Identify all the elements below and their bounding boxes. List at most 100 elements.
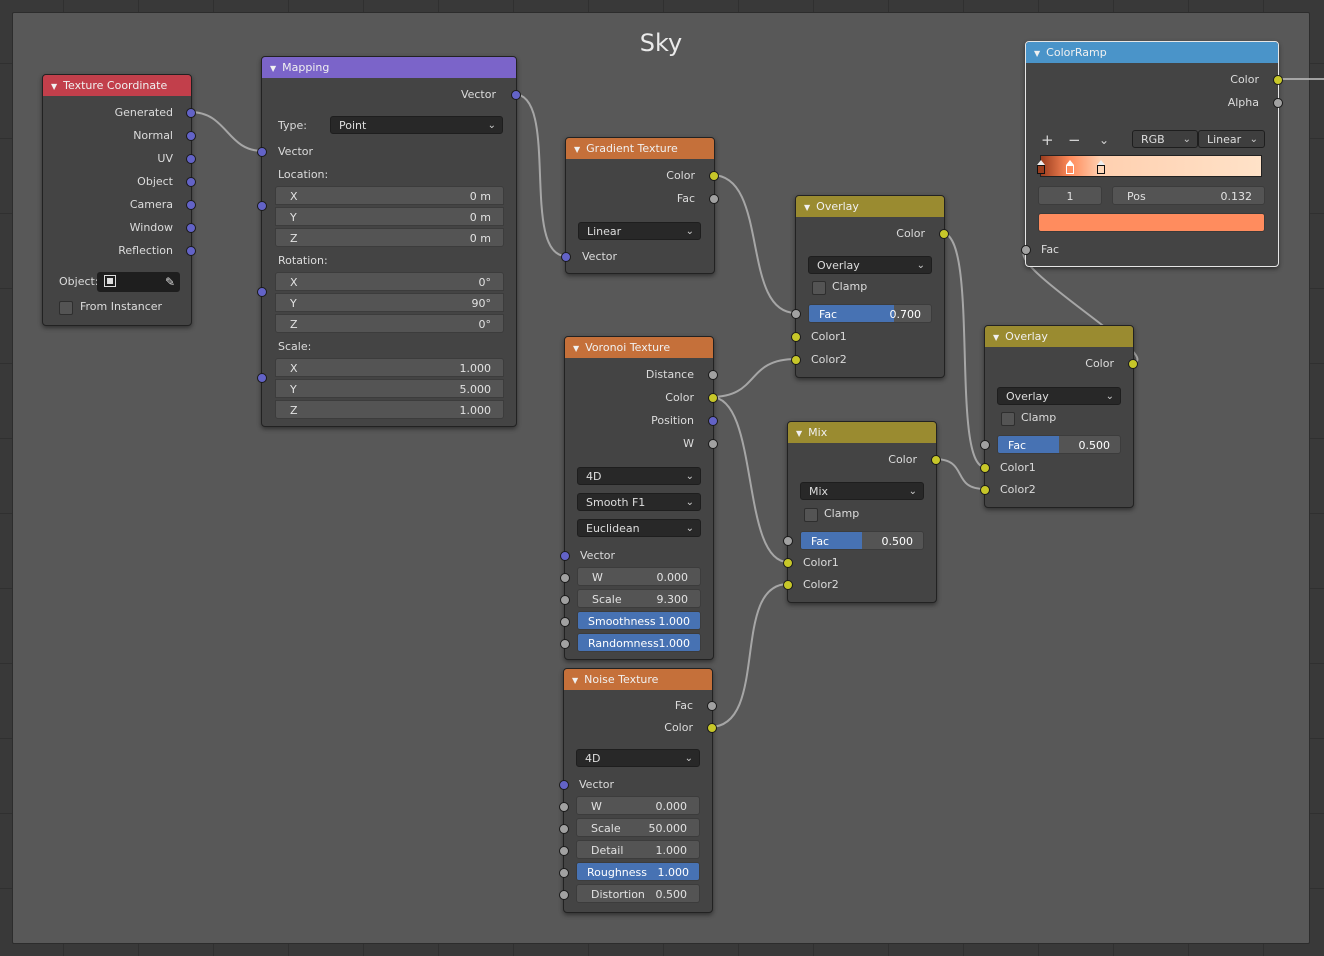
rotation-x-field[interactable]: X 0° [275, 272, 504, 291]
socket-object[interactable] [186, 177, 196, 187]
socket-color1-in[interactable] [783, 558, 793, 568]
collapse-triangle-icon[interactable]: ▼ [574, 139, 580, 160]
node-header[interactable]: ▼ Noise Texture [564, 669, 712, 690]
collapse-triangle-icon[interactable]: ▼ [1034, 43, 1040, 64]
socket-color-out[interactable] [931, 455, 941, 465]
node-header[interactable]: ▼ ColorRamp [1026, 42, 1278, 63]
location-z-field[interactable]: Z 0 m [275, 228, 504, 247]
socket-camera[interactable] [186, 200, 196, 210]
metric-dropdown[interactable]: Euclidean ⌄ [577, 519, 701, 537]
socket-fac-out[interactable] [709, 194, 719, 204]
w-field[interactable]: W 0.000 [576, 796, 700, 815]
socket-distortion-in[interactable] [559, 890, 569, 900]
collapse-triangle-icon[interactable]: ▼ [573, 338, 579, 359]
ramp-stop-marker[interactable] [1097, 160, 1105, 177]
node-voronoi-texture[interactable]: ▼ Voronoi Texture Distance Color Position… [560, 336, 718, 660]
socket-rotation[interactable] [257, 287, 267, 297]
socket-fac-out[interactable] [707, 701, 717, 711]
blend-mode-dropdown[interactable]: Overlay ⌄ [997, 387, 1121, 405]
socket-alpha-out[interactable] [1273, 98, 1283, 108]
from-instancer-checkbox[interactable] [59, 301, 73, 315]
node-header[interactable]: ▼ Overlay [985, 326, 1133, 347]
socket-scale-in[interactable] [560, 595, 570, 605]
collapse-triangle-icon[interactable]: ▼ [993, 327, 999, 348]
fac-slider[interactable]: Fac 0.700 [808, 304, 932, 323]
node-header[interactable]: ▼ Mapping [262, 57, 516, 78]
socket-generated[interactable] [186, 108, 196, 118]
active-stop-index-field[interactable]: 1 [1038, 186, 1102, 205]
add-stop-icon[interactable]: + [1041, 132, 1054, 148]
socket-uv[interactable] [186, 154, 196, 164]
mapping-type-dropdown[interactable]: Point ⌄ [330, 116, 503, 134]
color-mode-dropdown[interactable]: RGB ⌄ [1132, 130, 1198, 148]
socket-smoothness-in[interactable] [560, 617, 570, 627]
node-noise-texture[interactable]: ▼ Noise Texture Fac Color 4D ⌄ Vector W 0.0… [559, 668, 717, 913]
socket-vector-in[interactable] [560, 551, 570, 561]
node-mapping[interactable]: ▼ Mapping Vector Type: Point ⌄ Vector Loca… [257, 56, 521, 427]
w-field[interactable]: W 0.000 [577, 567, 701, 586]
stop-color-swatch[interactable] [1038, 213, 1265, 232]
detail-field[interactable]: Detail 1.000 [576, 840, 700, 859]
clamp-checkbox[interactable] [1001, 412, 1015, 426]
roughness-slider[interactable]: Roughness 1.000 [576, 862, 700, 881]
socket-w-in[interactable] [559, 802, 569, 812]
node-header[interactable]: ▼ Texture Coordinate [43, 75, 191, 96]
socket-color-out[interactable] [1273, 75, 1283, 85]
socket-color-out[interactable] [708, 393, 718, 403]
chevron-down-icon[interactable]: ⌄ [1099, 132, 1109, 148]
collapse-triangle-icon[interactable]: ▼ [796, 423, 802, 444]
socket-position-out[interactable] [708, 416, 718, 426]
socket-vector-in[interactable] [257, 147, 267, 157]
node-editor-canvas[interactable]: Sky ▼ Texture Coordinate Generated Normal… [0, 0, 1324, 956]
object-picker-field[interactable]: ✎ [97, 272, 180, 292]
node-header[interactable]: ▼ Gradient Texture [566, 138, 714, 159]
fac-slider[interactable]: Fac 0.500 [997, 435, 1121, 454]
socket-location[interactable] [257, 201, 267, 211]
socket-roughness-in[interactable] [559, 868, 569, 878]
node-overlay-1[interactable]: ▼ Overlay Color Overlay ⌄ Clamp Fac 0.700 C… [791, 195, 949, 378]
dimensions-dropdown[interactable]: 4D ⌄ [577, 467, 701, 485]
node-header[interactable]: ▼ Overlay [796, 196, 944, 217]
dimensions-dropdown[interactable]: 4D ⌄ [576, 749, 700, 767]
clamp-checkbox[interactable] [812, 281, 826, 295]
socket-scale[interactable] [257, 373, 267, 383]
gradient-type-dropdown[interactable]: Linear ⌄ [578, 222, 701, 240]
scale-y-field[interactable]: Y 5.000 [275, 379, 504, 398]
socket-distance-out[interactable] [708, 370, 718, 380]
node-header[interactable]: ▼ Mix [788, 422, 936, 443]
location-x-field[interactable]: X 0 m [275, 186, 504, 205]
socket-color-out[interactable] [939, 229, 949, 239]
scale-x-field[interactable]: X 1.000 [275, 358, 504, 377]
socket-fac-in[interactable] [1021, 245, 1031, 255]
node-texture-coordinate[interactable]: ▼ Texture Coordinate Generated Normal UV … [42, 74, 196, 326]
socket-reflection[interactable] [186, 246, 196, 256]
collapse-triangle-icon[interactable]: ▼ [51, 76, 57, 97]
node-gradient-texture[interactable]: ▼ Gradient Texture Color Fac Linear ⌄ Vect… [561, 137, 719, 274]
collapse-triangle-icon[interactable]: ▼ [270, 58, 276, 79]
collapse-triangle-icon[interactable]: ▼ [804, 197, 810, 218]
socket-w-in[interactable] [560, 573, 570, 583]
randomness-slider[interactable]: Randomness 1.000 [577, 633, 701, 652]
socket-scale-in[interactable] [559, 824, 569, 834]
rotation-z-field[interactable]: Z 0° [275, 314, 504, 333]
scale-field[interactable]: Scale 50.000 [576, 818, 700, 837]
socket-color-out[interactable] [707, 723, 717, 733]
feature-dropdown[interactable]: Smooth F1 ⌄ [577, 493, 701, 511]
eyedropper-icon[interactable]: ✎ [165, 273, 175, 291]
socket-window[interactable] [186, 223, 196, 233]
smoothness-slider[interactable]: Smoothness 1.000 [577, 611, 701, 630]
socket-color-out[interactable] [1128, 359, 1138, 369]
blend-mode-dropdown[interactable]: Mix ⌄ [800, 482, 924, 500]
node-overlay-2[interactable]: ▼ Overlay Color Overlay ⌄ Clamp Fac 0.500 C… [980, 325, 1138, 508]
socket-randomness-in[interactable] [560, 639, 570, 649]
fac-slider[interactable]: Fac 0.500 [800, 531, 924, 550]
stop-position-field[interactable]: Pos 0.132 [1112, 186, 1265, 205]
rotation-y-field[interactable]: Y 90° [275, 293, 504, 312]
node-header[interactable]: ▼ Voronoi Texture [565, 337, 713, 358]
node-colorramp[interactable]: ▼ ColorRamp Color Alpha + − ⌄ RGB ⌄ Linear… [1021, 41, 1283, 267]
socket-fac-in[interactable] [980, 440, 990, 450]
socket-normal[interactable] [186, 131, 196, 141]
node-mix[interactable]: ▼ Mix Color Mix ⌄ Clamp Fac 0.500 Color1 Co… [783, 421, 941, 603]
socket-vector-out[interactable] [511, 90, 521, 100]
distortion-field[interactable]: Distortion 0.500 [576, 884, 700, 903]
